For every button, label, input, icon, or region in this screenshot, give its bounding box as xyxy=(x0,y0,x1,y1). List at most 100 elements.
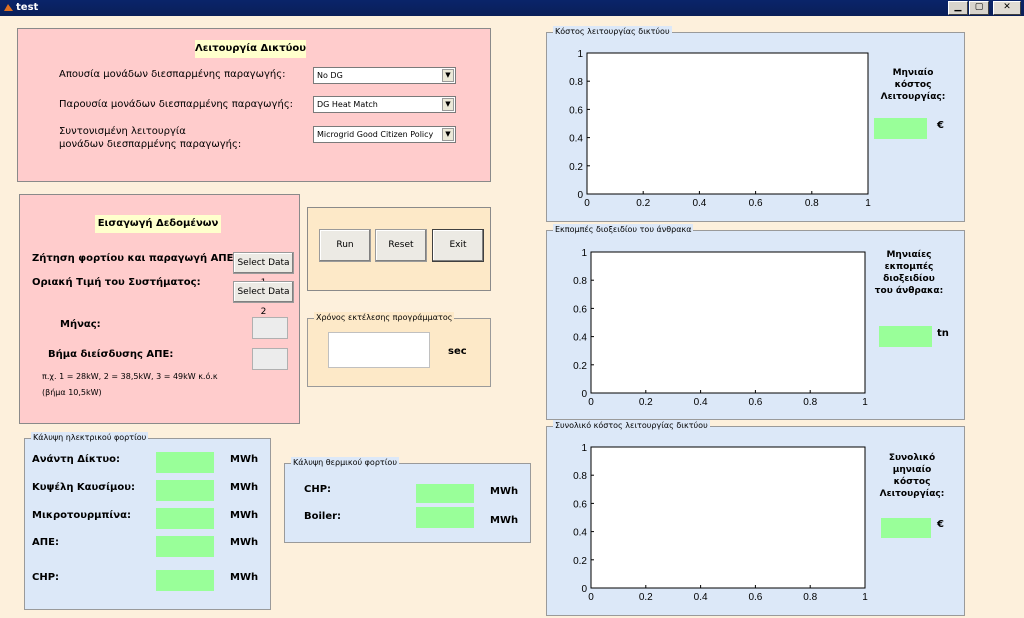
x-tick-label: 0.6 xyxy=(749,198,763,209)
coordinated-label-line1: Συντονισμένη λειτουργία xyxy=(59,126,186,137)
x-tick-label: 0.8 xyxy=(805,198,819,209)
y-tick-label: 0.2 xyxy=(569,162,583,173)
monthly-cost-label: Μηνιαίο κόστος Λειτουργίας: xyxy=(879,67,947,103)
x-tick-label: 1 xyxy=(862,592,868,603)
no-dg-dropdown[interactable]: No DG ▼ xyxy=(313,67,456,84)
month-label: Μήνας: xyxy=(60,319,101,330)
euro-icon: € xyxy=(937,519,944,530)
y-tick-label: 0.4 xyxy=(573,333,587,344)
y-tick-label: 0 xyxy=(581,389,587,400)
boiler-label: Boiler: xyxy=(304,511,342,522)
plot-area xyxy=(590,251,866,394)
month-input[interactable] xyxy=(252,317,288,339)
select-data-2-button[interactable]: Select Data 2 xyxy=(233,281,294,317)
chp-electric-unit: MWh xyxy=(230,572,259,583)
plot-area xyxy=(586,52,869,195)
y-tick-label: 0.6 xyxy=(569,105,583,116)
electric-load-label: Κάλυψη ηλεκτρικού φορτίου xyxy=(31,432,149,444)
network-operation-panel: Λειτουργία Δικτύου Απουσία μονάδων διεσπ… xyxy=(17,28,491,182)
no-dg-value: No DG xyxy=(317,71,343,80)
y-tick-label: 0.8 xyxy=(573,276,587,287)
monthly-co2-line3: διοξειδίου xyxy=(883,274,935,284)
y-tick-label: 1 xyxy=(581,443,587,454)
microturbine-label: Μικροτουρμπίνα: xyxy=(32,510,131,521)
select-data-1-button[interactable]: Select Data 1 xyxy=(233,252,294,288)
data-input-panel: Εισαγωγή Δεδομένων Ζήτηση φορτίου και πα… xyxy=(19,194,300,424)
x-tick-label: 0.4 xyxy=(694,397,708,408)
co2-emissions-group: Εκπομπές διοξειδίου του άνθρακα 0 0.2 0.4 0… xyxy=(546,224,965,420)
monthly-co2-output xyxy=(879,326,932,347)
x-tick-label: 0.8 xyxy=(803,397,817,408)
coordinated-label-line2: μονάδων διεσπαρμένης παραγωγής: xyxy=(59,139,242,150)
chevron-down-icon: ▼ xyxy=(442,128,454,141)
monthly-cost-line1: Μηνιαίο xyxy=(892,68,934,78)
execution-time-output xyxy=(328,332,430,368)
fuel-cell-label: Κυψέλη Καυσίμου: xyxy=(32,482,135,493)
euro-icon: € xyxy=(937,120,944,131)
x-tick-label: 1 xyxy=(865,198,871,209)
microturbine-unit: MWh xyxy=(230,510,259,521)
res-label: ΑΠΕ: xyxy=(32,537,59,548)
co2-unit: tn xyxy=(937,328,949,339)
step-example: π.χ. 1 = 28kW, 2 = 38,5kW, 3 = 49kW κ.ό.… xyxy=(42,372,218,381)
coordinated-dropdown[interactable]: Microgrid Good Citizen Policy ▼ xyxy=(313,126,456,143)
minimize-button[interactable]: ▁ xyxy=(948,1,968,15)
fuel-cell-output xyxy=(156,480,214,501)
total-cost-line2: μηνιαίο xyxy=(892,465,932,475)
step-input[interactable] xyxy=(252,348,288,370)
x-tick-label: 0 xyxy=(588,397,594,408)
res-output xyxy=(156,536,214,557)
operating-cost-chart: 0 0.2 0.4 0.6 0.8 1 0 0.2 0.4 0.6 0.8 1 xyxy=(569,49,871,209)
dg-label: Παρουσία μονάδων διεσπαρμένης παραγωγής: xyxy=(59,99,294,110)
run-button[interactable]: Run xyxy=(319,229,371,262)
monthly-co2-line4: του άνθρακα: xyxy=(874,286,944,296)
step-label: Βήμα διείσδυσης ΑΠΕ: xyxy=(48,349,174,360)
boiler-unit: MWh xyxy=(490,515,519,526)
input-panel-title: Εισαγωγή Δεδομένων xyxy=(95,215,221,233)
title-bar: test ▁ ▢ ✕ xyxy=(0,0,1024,16)
y-tick-label: 0 xyxy=(577,190,583,201)
y-tick-label: 0.6 xyxy=(573,499,587,510)
x-tick-label: 0.4 xyxy=(694,592,708,603)
total-cost-line3: κόστος xyxy=(893,477,931,487)
maximize-button[interactable]: ▢ xyxy=(969,1,989,15)
dg-dropdown[interactable]: DG Heat Match ▼ xyxy=(313,96,456,113)
network-panel-title: Λειτουργία Δικτύου xyxy=(195,40,306,58)
load-label: Ζήτηση φορτίου και παραγωγή ΑΠΕ: xyxy=(32,253,238,264)
y-tick-label: 0.2 xyxy=(573,556,587,567)
total-cost-line4: Λειτουργίας: xyxy=(879,489,945,499)
upstream-grid-output xyxy=(156,452,214,473)
chp-thermal-output xyxy=(416,484,474,503)
x-tick-label: 0.6 xyxy=(748,397,762,408)
chp-thermal-label: CHP: xyxy=(304,484,332,495)
x-tick-label: 1 xyxy=(862,397,868,408)
total-cost-side-label: Συνολικό μηνιαίο κόστος Λειτουργίας: xyxy=(877,452,947,500)
upstream-grid-label: Ανάντη Δίκτυο: xyxy=(32,454,120,465)
y-tick-label: 0.4 xyxy=(573,528,587,539)
total-cost-output xyxy=(881,518,931,538)
chp-electric-output xyxy=(156,570,214,591)
res-unit: MWh xyxy=(230,537,259,548)
monthly-co2-line2: εκπομπές xyxy=(884,262,934,272)
y-tick-label: 0.8 xyxy=(569,77,583,88)
thermal-load-label: Κάλυψη θερμικού φορτίου xyxy=(291,457,399,469)
y-tick-label: 1 xyxy=(577,49,583,60)
window-title: test xyxy=(16,2,39,13)
monthly-cost-line3: Λειτουργίας: xyxy=(880,92,946,102)
close-button[interactable]: ✕ xyxy=(993,1,1021,15)
total-cost-group: Συνολικό κόστος λειτουργίας δικτύου 0 0.2… xyxy=(546,420,965,616)
operating-cost-group: Κόστος λειτουργίας δικτύου 0 0.2 0.4 0.6 0.8… xyxy=(546,26,965,222)
x-tick-label: 0.2 xyxy=(639,397,653,408)
reset-button[interactable]: Reset xyxy=(375,229,427,262)
matlab-icon xyxy=(4,4,13,11)
electric-load-group: Κάλυψη ηλεκτρικού φορτίου Ανάντη Δίκτυο:… xyxy=(24,432,271,610)
co2-emissions-chart: 0 0.2 0.4 0.6 0.8 1 0 0.2 0.4 0.6 0.8 1 xyxy=(573,248,868,408)
chevron-down-icon: ▼ xyxy=(442,98,454,111)
exit-button[interactable]: Exit xyxy=(432,229,484,262)
x-tick-label: 0.6 xyxy=(748,592,762,603)
monthly-co2-line1: Μηνιαίες xyxy=(886,250,932,260)
chevron-down-icon: ▼ xyxy=(442,69,454,82)
coordinated-value: Microgrid Good Citizen Policy xyxy=(317,130,434,139)
execution-time-unit: sec xyxy=(448,346,467,357)
boiler-output xyxy=(416,507,474,528)
